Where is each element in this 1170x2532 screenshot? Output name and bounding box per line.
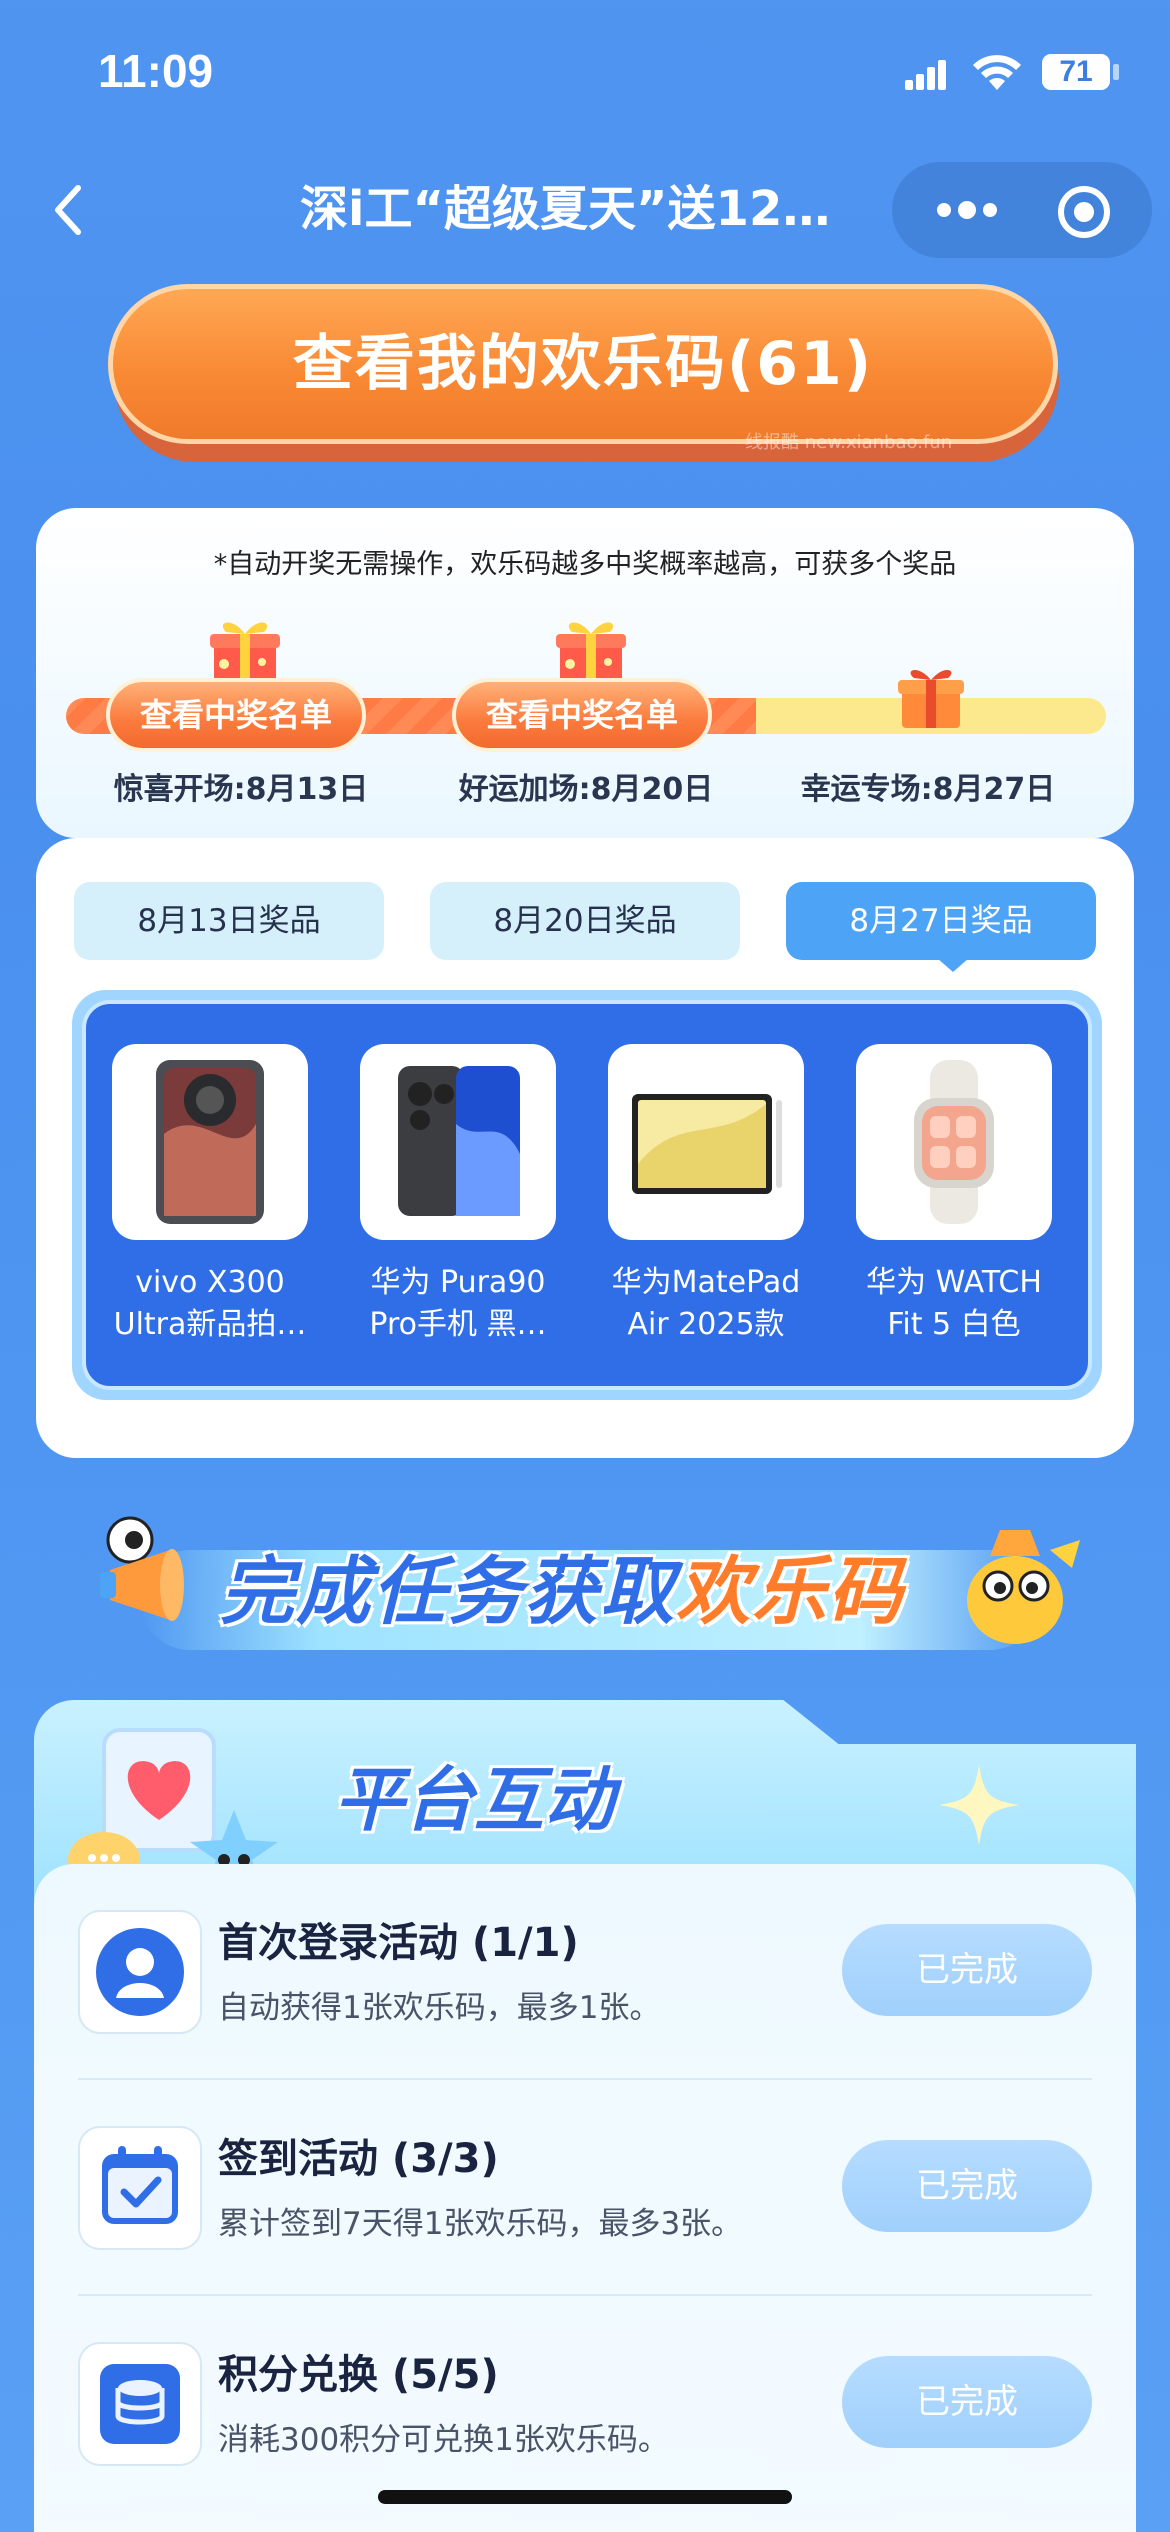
coins-stack-icon: [100, 2364, 180, 2444]
prize-item[interactable]: 华为 Pura90 Pro手机 黑…: [360, 1044, 556, 1346]
task-banner: 完成任务获取欢乐码: [80, 1480, 1090, 1680]
watermark: 线报酷 new.xianbao.fun: [745, 432, 953, 453]
user-icon: [96, 1928, 184, 2016]
watch-image-icon: [914, 1060, 994, 1224]
nav-bar: 深i工“超级夏天”送12…: [0, 150, 1170, 270]
tab-prizes-0813[interactable]: 8月13日奖品: [74, 882, 384, 960]
tasks-section-header: 平台互动: [34, 1700, 1136, 1900]
wifi-icon: [973, 55, 1021, 90]
prize-name: 华为 Pura90 Pro手机 黑…: [369, 1265, 547, 1342]
task-description: 消耗300积分可兑换1张欢乐码。: [218, 2422, 669, 2458]
tablet-image-icon: [632, 1094, 782, 1194]
mini-program-capsule: [892, 162, 1152, 258]
task-title: 签到活动 (3/3): [218, 2136, 499, 2182]
view-winners-button-2[interactable]: 查看中奖名单: [452, 678, 712, 752]
status-bar: 11:09 71: [0, 0, 1170, 150]
home-indicator[interactable]: [378, 2490, 792, 2504]
task-banner-title: 完成任务获取欢乐码: [220, 1549, 904, 1635]
prize-panel: vivo X300 Ultra新品拍… 华为 Pura90 Pro手机 黑… 华…: [82, 1000, 1092, 1390]
prize-image-tablet: [608, 1044, 804, 1240]
task-completed-button[interactable]: 已完成: [842, 2356, 1092, 2448]
draw-schedule-card: *自动开奖无需操作，欢乐码越多中奖概率越高，可获多个奖品 查看中奖名单 查看中奖…: [36, 508, 1134, 838]
prize-name: vivo X300 Ultra新品拍…: [113, 1265, 307, 1342]
prize-name: 华为 WATCH Fit 5 白色: [866, 1265, 1042, 1342]
phone-image-icon: [156, 1060, 264, 1224]
mascot-icon: [967, 1530, 1080, 1644]
tab-prizes-0827[interactable]: 8月27日奖品: [786, 882, 1096, 960]
gift-box-icon: [898, 669, 964, 728]
task-title: 首次登录活动 (1/1): [218, 1920, 579, 1966]
session-label: 幸运专场:8月27日: [800, 772, 1056, 807]
task-description: 自动获得1张欢乐码，最多1张。: [218, 1990, 661, 2026]
back-icon[interactable]: [48, 180, 88, 240]
tasks-section-title: 平台互动: [334, 1759, 614, 1841]
task-icon-container: [78, 1910, 202, 2034]
task-icon-container: [78, 2126, 202, 2250]
sparkle-icon: [939, 1765, 1019, 1845]
task-completed-button[interactable]: 已完成: [842, 1924, 1092, 2016]
tasks-card: 首次登录活动 (1/1) 自动获得1张欢乐码，最多1张。 已完成 签到活动 (3…: [34, 1864, 1136, 2532]
page-title: 深i工“超级夏天”送12…: [300, 181, 831, 237]
prize-image-watch: [856, 1044, 1052, 1240]
prize-item[interactable]: 华为 WATCH Fit 5 白色: [856, 1044, 1052, 1346]
prize-name: 华为MatePad Air 2025款1…: [611, 1265, 801, 1342]
task-completed-button[interactable]: 已完成: [842, 2140, 1092, 2232]
prize-image-phone: [360, 1044, 556, 1240]
view-happy-codes-button[interactable]: 查看我的欢乐码(61): [108, 284, 1058, 444]
active-tab-pointer: [937, 958, 969, 972]
gift-box-icon: [556, 622, 626, 682]
prize-panel-frame: vivo X300 Ultra新品拍… 华为 Pura90 Pro手机 黑… 华…: [72, 990, 1102, 1400]
prize-item[interactable]: 华为MatePad Air 2025款1…: [608, 1044, 804, 1346]
task-title: 积分兑换 (5/5): [218, 2352, 499, 2398]
tab-prizes-0820[interactable]: 8月20日奖品: [430, 882, 740, 960]
battery-indicator: 71: [1042, 54, 1110, 90]
prize-image-phone: [112, 1044, 308, 1240]
task-icon-container: [78, 2342, 202, 2466]
session-label: 惊喜开场:8月13日: [113, 772, 369, 807]
task-row: 签到活动 (3/3) 累计签到7天得1张欢乐码，最多3张。 已完成: [34, 2080, 1136, 2296]
signal-icon: [905, 60, 946, 90]
megaphone-mascot-icon: [100, 1516, 184, 1621]
prize-card: 8月13日奖品 8月20日奖品 8月27日奖品 vivo X300 Ultra新…: [36, 838, 1134, 1458]
phone-image-icon: [398, 1066, 520, 1216]
battery-tip: [1113, 64, 1119, 80]
gift-box-icon: [210, 622, 280, 682]
task-description: 累计签到7天得1张欢乐码，最多3张。: [218, 2206, 743, 2242]
calendar-check-icon: [102, 2146, 178, 2224]
session-label: 好运加场:8月20日: [458, 772, 714, 807]
more-icon[interactable]: [932, 190, 1002, 230]
task-row: 首次登录活动 (1/1) 自动获得1张欢乐码，最多1张。 已完成: [34, 1864, 1136, 2080]
view-winners-button-1[interactable]: 查看中奖名单: [106, 678, 366, 752]
status-time: 11:09: [98, 45, 214, 97]
prize-item[interactable]: vivo X300 Ultra新品拍…: [112, 1044, 308, 1346]
close-miniapp-icon[interactable]: [1056, 184, 1112, 240]
task-row: 积分兑换 (5/5) 消耗300积分可兑换1张欢乐码。 已完成: [34, 2296, 1136, 2512]
schedule-note: *自动开奖无需操作，欢乐码越多中奖概率越高，可获多个奖品: [213, 549, 957, 580]
